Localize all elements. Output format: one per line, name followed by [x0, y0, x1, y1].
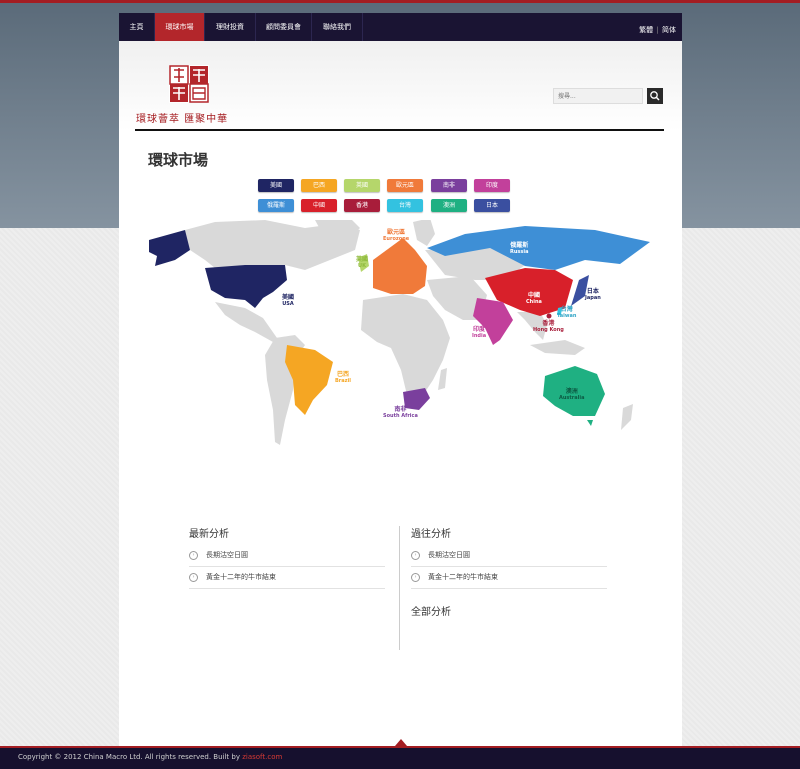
footer-arrow-icon — [395, 739, 407, 746]
map-hongkong — [546, 313, 552, 319]
main-nav: 主頁 環球市場 理財投資 顧問委員會 聯絡我們 繁體 | 简体 — [119, 13, 682, 41]
map-central-america — [215, 302, 277, 342]
map-label-usa: 美國 USA — [282, 294, 295, 307]
legend-brazil[interactable]: 巴西 — [301, 179, 337, 192]
lang-traditional[interactable]: 繁體 — [639, 26, 653, 34]
legend-uk[interactable]: 英國 — [344, 179, 380, 192]
map-label-china: 中國 China — [526, 292, 542, 305]
chevron-right-icon: › — [411, 550, 420, 560]
latest-analysis-item[interactable]: › 黃金十二年的牛市結束 — [189, 567, 385, 589]
map-label-india: 印度 India — [472, 326, 487, 339]
map-label-south-africa: 南非 South Africa — [383, 406, 418, 419]
map-label-brazil: 巴西 Brazil — [335, 371, 351, 384]
lang-separator: | — [656, 26, 659, 34]
chevron-right-icon: › — [189, 550, 198, 560]
search-input[interactable] — [553, 88, 643, 104]
column-divider — [399, 526, 400, 650]
map-label-australia: 澳洲 Australia — [559, 388, 585, 401]
legend-taiwan[interactable]: 台灣 — [387, 199, 423, 212]
legend-japan[interactable]: 日本 — [474, 199, 510, 212]
nav-global-markets[interactable]: 環球市場 — [155, 13, 205, 41]
footer-copyright: Copyright © 2012 China Macro Ltd. All ri… — [18, 753, 283, 761]
map-scandinavia — [413, 218, 435, 246]
all-analysis-link[interactable]: 全部分析 — [411, 603, 451, 618]
language-switch: 繁體 | 简体 — [639, 25, 676, 35]
footer-builder-link[interactable]: ziasoft.com — [242, 753, 282, 761]
world-map: 美國 USA 巴西 Brazil 英國 UK 歐元區 Eurozone 南非 South … — [145, 218, 655, 450]
map-label-hongkong: 香港 Hong Kong — [533, 320, 564, 333]
chevron-right-icon: › — [189, 572, 198, 582]
nav-investment[interactable]: 理財投資 — [205, 13, 256, 41]
map-usa — [205, 265, 287, 308]
legend-russia[interactable]: 俄羅斯 — [258, 199, 294, 212]
past-analysis-item[interactable]: › 長期沽空日圓 — [411, 545, 607, 567]
map-label-japan: 日本 Japan — [585, 288, 601, 301]
latest-analysis-item[interactable]: › 長期沽空日圓 — [189, 545, 385, 567]
nav-home[interactable]: 主頁 — [119, 13, 155, 41]
map-label-russia: 俄羅斯 Russia — [510, 242, 529, 255]
legend-eurozone[interactable]: 歐元區 — [387, 179, 423, 192]
map-africa — [361, 294, 450, 395]
past-analysis-title: 過往分析 — [411, 529, 451, 540]
search-icon — [650, 91, 660, 101]
legend-usa[interactable]: 美國 — [258, 179, 294, 192]
map-label-taiwan: 台灣 Taiwan — [557, 306, 577, 319]
header-divider — [135, 129, 664, 131]
map-label-eurozone: 歐元區 Eurozone — [383, 229, 410, 242]
legend-south-africa[interactable]: 南非 — [431, 179, 467, 192]
map-new-zealand — [621, 404, 633, 430]
lang-simplified[interactable]: 简体 — [662, 26, 676, 34]
nav-advisory-board[interactable]: 顧問委員會 — [256, 13, 312, 41]
legend-india[interactable]: 印度 — [474, 179, 510, 192]
nav-contact[interactable]: 聯絡我們 — [312, 13, 363, 41]
map-madagascar — [438, 368, 447, 390]
map-eurozone — [373, 238, 427, 294]
chevron-right-icon: › — [411, 572, 420, 582]
site-header: 環球薈萃 匯聚中華 — [119, 41, 682, 131]
map-tasmania — [587, 420, 593, 426]
site-logo[interactable] — [169, 65, 209, 103]
legend-australia[interactable]: 澳洲 — [431, 199, 467, 212]
past-analysis-item[interactable]: › 黃金十二年的牛市結束 — [411, 567, 607, 589]
legend-china[interactable]: 中國 — [301, 199, 337, 212]
slogan: 環球薈萃 匯聚中華 — [136, 114, 229, 125]
map-alaska — [149, 230, 190, 266]
page-title: 環球市場 — [148, 151, 209, 169]
search-box — [553, 88, 663, 106]
latest-analysis-title: 最新分析 — [189, 529, 229, 540]
legend-hongkong[interactable]: 香港 — [344, 199, 380, 212]
search-button[interactable] — [647, 88, 663, 104]
map-indonesia — [530, 340, 585, 355]
map-label-uk: 英國 UK — [356, 256, 369, 269]
